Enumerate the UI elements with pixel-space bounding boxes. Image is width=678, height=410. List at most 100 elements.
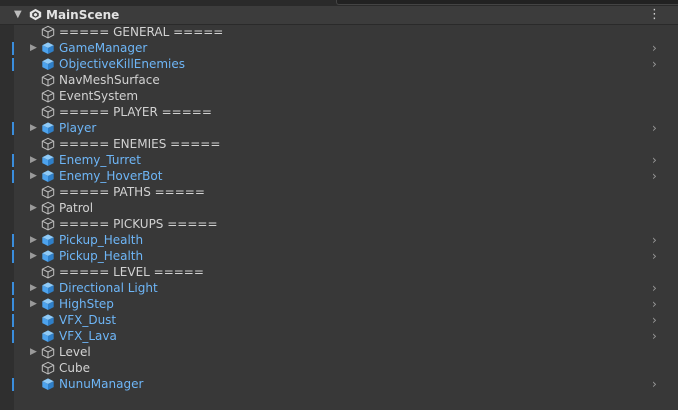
open-prefab-chevron-icon[interactable]: › xyxy=(652,232,662,248)
prefab-cube-icon xyxy=(42,314,54,326)
prefab-cube-icon xyxy=(42,170,54,182)
scene-header[interactable]: ▼ MainScene ⋮ xyxy=(0,6,678,25)
prefab-cube-icon xyxy=(42,282,54,294)
hierarchy-item-label: NavMeshSurface xyxy=(59,73,160,87)
foldout-arrow-icon[interactable]: ▶ xyxy=(30,281,40,295)
open-prefab-chevron-icon[interactable]: › xyxy=(652,120,662,136)
open-prefab-chevron-icon[interactable]: › xyxy=(652,280,662,296)
scene-title: MainScene xyxy=(46,8,120,22)
foldout-arrow-icon[interactable]: ▶ xyxy=(30,41,40,55)
override-indicator xyxy=(12,122,14,135)
hierarchy-row[interactable]: ▶ Pickup_Health › xyxy=(0,232,678,248)
hierarchy-item-label: Pickup_Health xyxy=(59,233,144,247)
open-prefab-chevron-icon[interactable]: › xyxy=(652,168,662,184)
hierarchy-row[interactable]: ▶ Pickup_Health › xyxy=(0,248,678,264)
hierarchy-item-label: Level xyxy=(59,345,91,359)
gameobject-cube-icon xyxy=(41,137,55,151)
foldout-arrow-icon[interactable]: ▶ xyxy=(30,345,40,359)
hierarchy-item-label: ===== PLAYER ===== xyxy=(59,105,212,119)
open-prefab-chevron-icon[interactable]: › xyxy=(652,56,662,72)
hierarchy-item-label: ===== PATHS ===== xyxy=(59,185,205,199)
foldout-arrow-icon[interactable]: ▶ xyxy=(30,153,40,167)
gameobject-cube-icon xyxy=(41,73,55,87)
hierarchy-row[interactable]: ▶ HighStep › xyxy=(0,296,678,312)
open-prefab-chevron-icon[interactable]: › xyxy=(652,40,662,56)
hierarchy-row[interactable]: ObjectiveKillEnemies › xyxy=(0,56,678,72)
hierarchy-item-label: HighStep xyxy=(59,297,114,311)
override-indicator xyxy=(12,330,14,343)
hierarchy-row[interactable]: ===== GENERAL ===== xyxy=(0,24,678,40)
gameobject-cube-icon xyxy=(41,361,55,375)
foldout-arrow-icon[interactable]: ▶ xyxy=(30,169,40,183)
hierarchy-row[interactable]: NunuManager › xyxy=(0,376,678,392)
hierarchy-item-label: VFX_Lava xyxy=(59,329,117,343)
override-indicator xyxy=(12,170,14,183)
hierarchy-row[interactable]: VFX_Lava › xyxy=(0,328,678,344)
hierarchy-row[interactable]: ===== ENEMIES ===== xyxy=(0,136,678,152)
kebab-menu-icon[interactable]: ⋮ xyxy=(648,7,661,23)
foldout-arrow-icon[interactable]: ▶ xyxy=(30,233,40,247)
hierarchy-row[interactable]: ===== LEVEL ===== xyxy=(0,264,678,280)
prefab-cube-icon xyxy=(42,378,54,390)
unity-scene-icon xyxy=(29,8,42,21)
override-indicator xyxy=(12,282,14,295)
hierarchy-item-label: ===== GENERAL ===== xyxy=(59,25,224,39)
open-prefab-chevron-icon[interactable]: › xyxy=(652,312,662,328)
prefab-cube-icon xyxy=(42,42,54,54)
gameobject-cube-icon xyxy=(41,201,55,215)
override-indicator xyxy=(12,314,14,327)
override-indicator xyxy=(12,154,14,167)
open-prefab-chevron-icon[interactable]: › xyxy=(652,296,662,312)
override-indicator xyxy=(12,58,14,71)
hierarchy-row[interactable]: ▶ Level xyxy=(0,344,678,360)
hierarchy-item-label: Pickup_Health xyxy=(59,249,144,263)
gameobject-cube-icon xyxy=(41,265,55,279)
hierarchy-item-label: GameManager xyxy=(59,41,148,55)
hierarchy-row[interactable]: NavMeshSurface xyxy=(0,72,678,88)
hierarchy-item-label: ===== ENEMIES ===== xyxy=(59,137,221,151)
fold-down-icon[interactable]: ▼ xyxy=(14,9,22,20)
prefab-cube-icon xyxy=(42,298,54,310)
search-field-edge[interactable] xyxy=(336,0,678,5)
hierarchy-row[interactable]: ▶ Player › xyxy=(0,120,678,136)
prefab-cube-icon xyxy=(42,58,54,70)
hierarchy-row[interactable]: ===== PICKUPS ===== xyxy=(0,216,678,232)
hierarchy-item-label: Enemy_HoverBot xyxy=(59,169,163,183)
hierarchy-row[interactable]: VFX_Dust › xyxy=(0,312,678,328)
hierarchy-row[interactable]: ▶ Enemy_HoverBot › xyxy=(0,168,678,184)
prefab-cube-icon xyxy=(42,234,54,246)
override-indicator xyxy=(12,298,14,311)
gameobject-cube-icon xyxy=(41,185,55,199)
prefab-cube-icon xyxy=(42,122,54,134)
hierarchy-row[interactable]: ===== PLAYER ===== xyxy=(0,104,678,120)
hierarchy-item-label: Player xyxy=(59,121,97,135)
override-indicator xyxy=(12,378,14,391)
hierarchy-row[interactable]: ▶ Directional Light › xyxy=(0,280,678,296)
foldout-arrow-icon[interactable]: ▶ xyxy=(30,121,40,135)
hierarchy-item-label: ObjectiveKillEnemies xyxy=(59,57,185,71)
hierarchy-item-label: Directional Light xyxy=(59,281,158,295)
open-prefab-chevron-icon[interactable]: › xyxy=(652,328,662,344)
prefab-cube-icon xyxy=(42,330,54,342)
prefab-cube-icon xyxy=(42,154,54,166)
hierarchy-row[interactable]: EventSystem xyxy=(0,88,678,104)
override-indicator xyxy=(12,234,14,247)
override-indicator xyxy=(12,250,14,263)
foldout-arrow-icon[interactable]: ▶ xyxy=(30,297,40,311)
foldout-arrow-icon[interactable]: ▶ xyxy=(30,249,40,263)
prefab-cube-icon xyxy=(42,250,54,262)
foldout-arrow-icon[interactable]: ▶ xyxy=(30,201,40,215)
gameobject-cube-icon xyxy=(41,105,55,119)
hierarchy-item-label: Enemy_Turret xyxy=(59,153,141,167)
hierarchy-row[interactable]: ▶ Patrol xyxy=(0,200,678,216)
hierarchy-item-label: NunuManager xyxy=(59,377,144,391)
hierarchy-item-label: VFX_Dust xyxy=(59,313,117,327)
gameobject-cube-icon xyxy=(41,25,55,39)
hierarchy-row[interactable]: Cube xyxy=(0,360,678,376)
hierarchy-row[interactable]: ▶ Enemy_Turret › xyxy=(0,152,678,168)
open-prefab-chevron-icon[interactable]: › xyxy=(652,248,662,264)
open-prefab-chevron-icon[interactable]: › xyxy=(652,152,662,168)
hierarchy-row[interactable]: ===== PATHS ===== xyxy=(0,184,678,200)
hierarchy-row[interactable]: ▶ GameManager › xyxy=(0,40,678,56)
open-prefab-chevron-icon[interactable]: › xyxy=(652,376,662,392)
